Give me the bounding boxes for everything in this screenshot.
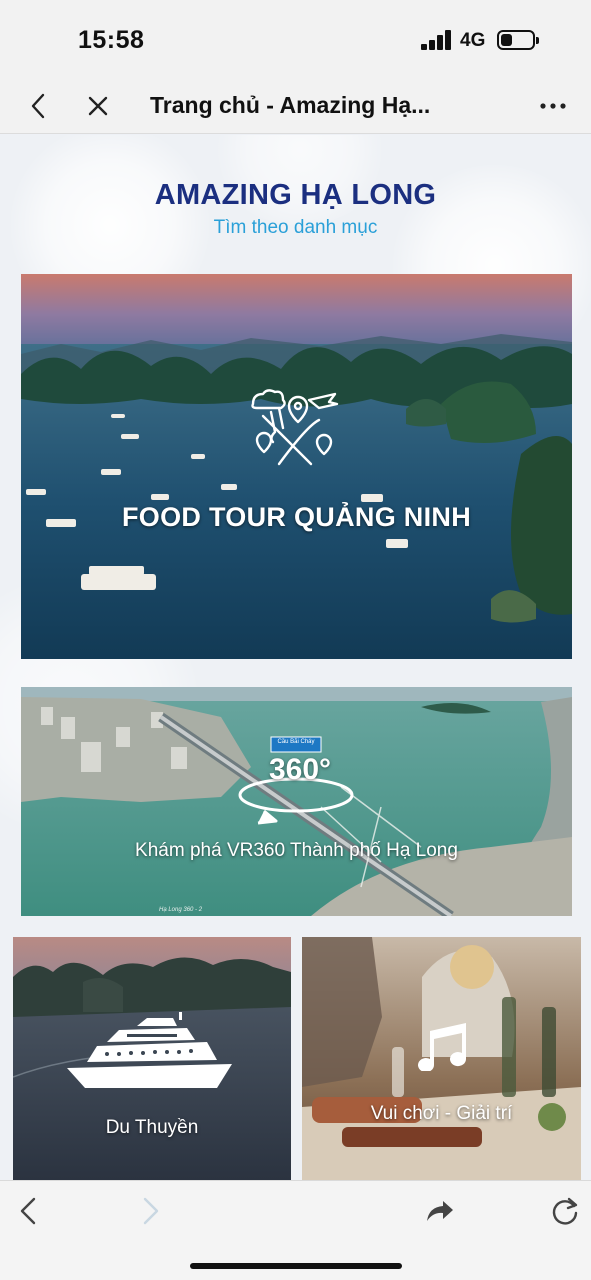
vr360-badge: 360°	[269, 753, 332, 786]
page-title: Trang chủ - Amazing Hạ...	[150, 92, 431, 118]
status-time: 15:58	[78, 26, 145, 54]
entertainment-label: Vui chơi - Giải trí	[370, 1103, 513, 1124]
back-button[interactable]	[18, 86, 58, 126]
share-button[interactable]	[418, 1189, 462, 1233]
signal-icon	[421, 30, 453, 50]
music-note-icon	[418, 1023, 467, 1071]
browser-header: Trang chủ - Amazing Hạ...	[0, 80, 591, 134]
nav-back-button[interactable]	[6, 1189, 50, 1233]
close-icon	[88, 96, 108, 116]
page-content: AMAZING HẠ LONG Tìm theo danh mục FOOD T…	[0, 135, 591, 1180]
reload-button[interactable]	[543, 1189, 587, 1233]
chevron-left-icon	[31, 93, 45, 119]
browser-toolbar	[0, 1180, 591, 1280]
back-arrow-icon	[20, 1197, 36, 1225]
food-tour-card[interactable]: FOOD TOUR QUẢNG NINH	[21, 274, 572, 659]
home-indicator	[190, 1263, 402, 1269]
cruise-ship-icon	[67, 1012, 232, 1088]
forward-arrow-icon	[143, 1197, 159, 1225]
entertainment-card[interactable]: Vui chơi - Giải trí	[302, 937, 581, 1180]
vr360-card[interactable]: Cầu Bãi Cháy 360° Khám phá VR360 Thành p…	[21, 687, 572, 916]
cruise-card[interactable]: Du Thuyền	[13, 937, 291, 1180]
more-button[interactable]	[533, 86, 573, 126]
food-tour-icon	[251, 389, 339, 466]
share-icon	[427, 1201, 453, 1221]
vr360-label: Khám phá VR360 Thành phố Hạ Long	[135, 840, 458, 861]
network-label: 4G	[460, 30, 486, 51]
bridge-tag: Cầu Bãi Cháy	[277, 739, 315, 745]
status-bar: 15:58 4G	[0, 0, 591, 80]
cruise-label: Du Thuyền	[105, 1117, 199, 1138]
battery-icon	[497, 30, 539, 50]
site-subtitle: Tìm theo danh mục	[213, 217, 378, 238]
nav-forward-button[interactable]	[129, 1189, 173, 1233]
food-tour-label: FOOD TOUR QUẢNG NINH	[122, 502, 471, 532]
more-icon	[540, 103, 566, 109]
site-title: AMAZING HẠ LONG	[154, 179, 437, 211]
close-button[interactable]	[78, 86, 118, 126]
vr360-caption: Hạ Long 360 - 2	[159, 907, 203, 913]
reload-icon	[552, 1197, 578, 1225]
